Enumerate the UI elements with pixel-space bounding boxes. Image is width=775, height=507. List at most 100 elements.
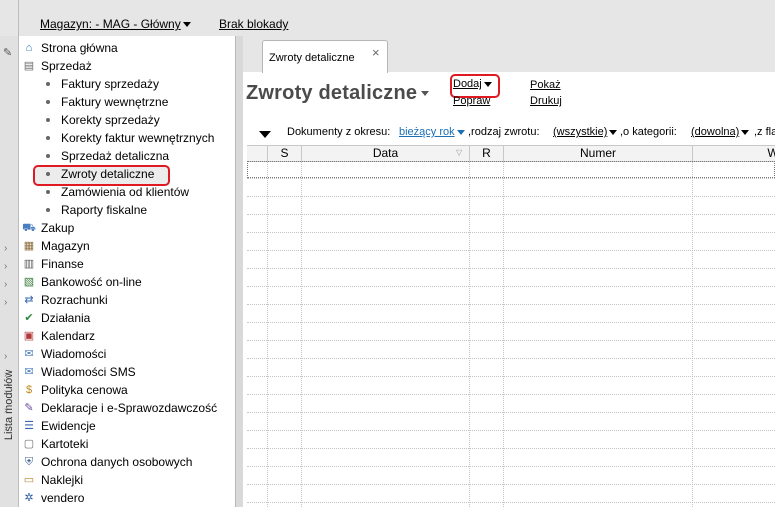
records-icon: ☰: [24, 420, 34, 432]
home-icon: ⌂: [25, 42, 33, 54]
page-title[interactable]: Zwroty detaliczne: [246, 82, 430, 105]
chevron-right-icon[interactable]: ›: [4, 405, 7, 416]
grid-column-line: [692, 161, 693, 507]
grid-column-line: [267, 161, 268, 507]
chevron-down-icon: [609, 129, 618, 135]
table-row: [247, 268, 775, 269]
messages-icon: ✉: [24, 348, 34, 360]
finance-icon: ▥: [23, 258, 35, 270]
sidebar-item-label: Rozrachunki: [41, 293, 108, 307]
popraw-button[interactable]: Popraw: [453, 95, 490, 107]
column-header-r[interactable]: R: [470, 146, 504, 161]
grid-column-line: [469, 161, 470, 507]
table-row: [247, 196, 775, 197]
bullet-icon: [46, 82, 50, 86]
modules-strip[interactable]: ✎ Lista modułów › › › › › › › › ›: [0, 36, 19, 507]
bullet-icon: [46, 154, 50, 158]
table-row: [247, 376, 775, 377]
table-row: [247, 358, 775, 359]
sidebar-item-label: Strona główna: [41, 41, 118, 55]
table-row: [247, 340, 775, 341]
column-header-data[interactable]: Data: [302, 146, 470, 161]
category-label: ,o kategorii:: [620, 126, 677, 138]
bullet-icon: [46, 136, 50, 140]
chevron-right-icon[interactable]: ›: [4, 279, 7, 290]
sidebar-item-label: Zwroty detaliczne: [61, 167, 155, 181]
sidebar-item-label: Sprzedaż: [41, 59, 92, 73]
table-row: [247, 232, 775, 233]
chevron-down-icon: [456, 129, 465, 135]
sidebar-item-label: Raporty fiskalne: [61, 203, 148, 217]
warehouse-icon: ▦: [23, 240, 35, 252]
chevron-right-icon[interactable]: ›: [4, 423, 7, 434]
filter-expand-icon[interactable]: [259, 131, 271, 138]
chevron-right-icon[interactable]: ›: [4, 297, 7, 308]
category-selector[interactable]: (dowolna): [691, 126, 750, 138]
sidebar-item-label: Polityka cenowa: [41, 383, 128, 397]
column-header-numer[interactable]: Numer: [504, 146, 693, 161]
bank-icon: ▧: [23, 276, 35, 288]
pricing-icon: $: [25, 384, 33, 396]
sidebar-item-label: Działania: [41, 311, 91, 325]
period-selector[interactable]: bieżący rok: [399, 126, 465, 138]
sidebar-item-label: Bankowość on-line: [41, 275, 142, 289]
column-header-w[interactable]: W: [693, 146, 775, 161]
sales-icon: ▤: [23, 60, 35, 72]
chevron-down-icon: [182, 22, 191, 28]
sidebar-item-label: Ochrona danych osobowych: [41, 455, 193, 469]
chevron-right-icon[interactable]: ›: [4, 351, 7, 362]
bullet-icon: [46, 100, 50, 104]
magazyn-selector[interactable]: Magazyn: - MAG - Główny: [40, 17, 191, 31]
pokaz-button[interactable]: Pokaż: [530, 79, 561, 91]
files-icon: ▢: [23, 438, 35, 450]
chevron-down-icon: [483, 81, 492, 87]
tab-label: Zwroty detaliczne: [269, 52, 355, 64]
calendar-icon: ▣: [23, 330, 35, 342]
table-row: [247, 466, 775, 467]
column-header-s[interactable]: S: [268, 146, 302, 161]
table-header: S Data R Numer W: [247, 145, 775, 162]
drukuj-button[interactable]: Drukuj: [530, 95, 562, 107]
chevron-right-icon[interactable]: ›: [4, 369, 7, 380]
sidebar-item-label: Kartoteki: [41, 437, 89, 451]
grid-column-line: [503, 161, 504, 507]
type-selector[interactable]: (wszystkie): [553, 126, 618, 138]
bullet-icon: [46, 190, 50, 194]
bullet-icon: [46, 172, 50, 176]
settlements-icon: ⇄: [24, 294, 34, 306]
sidebar-item-label: Wiadomości: [41, 347, 107, 361]
pin-icon[interactable]: ✎: [3, 46, 12, 59]
sidebar-item-label: Zakup: [41, 221, 75, 235]
sidebar-item-label: Naklejki: [41, 473, 84, 487]
bullet-icon: [46, 208, 50, 212]
declarations-icon: ✎: [24, 402, 34, 414]
close-icon[interactable]: ×: [372, 45, 380, 60]
blokady-link[interactable]: Brak blokady: [219, 17, 288, 31]
tab-zwroty-detaliczne[interactable]: Zwroty detaliczne ×: [262, 40, 388, 73]
table-row: [247, 484, 775, 485]
dodaj-button[interactable]: Dodaj: [453, 78, 492, 90]
column-header-select[interactable]: [247, 146, 268, 161]
table-row: [247, 502, 775, 503]
chevron-right-icon[interactable]: ›: [4, 261, 7, 272]
labels-icon: ▭: [23, 474, 35, 486]
sidebar-item-label: Deklaracje i e-Sprawozdawczość: [41, 401, 218, 415]
chevron-right-icon[interactable]: ›: [4, 243, 7, 254]
sidebar-item-label: Kalendarz: [41, 329, 96, 343]
sms-icon: ✉: [24, 366, 34, 378]
type-label: ,rodzaj zwrotu:: [468, 126, 540, 138]
actions-icon: ✔: [24, 312, 34, 324]
top-bar: Magazyn: - MAG - Główny Brak blokady: [0, 0, 775, 36]
table-row[interactable]: [247, 161, 775, 178]
table-row: [247, 322, 775, 323]
period-label: Dokumenty z okresu:: [287, 126, 391, 138]
table-row: [247, 286, 775, 287]
top-bar-corner: [0, 0, 19, 36]
table-row: [247, 250, 775, 251]
documents-table[interactable]: S Data R Numer W ▽: [247, 145, 775, 507]
sidebar-item-label: Ewidencje: [41, 419, 96, 433]
vendero-icon: ✲: [24, 492, 34, 504]
table-row: [247, 394, 775, 395]
grid-column-line: [301, 161, 302, 507]
chevron-right-icon[interactable]: ›: [4, 387, 7, 398]
